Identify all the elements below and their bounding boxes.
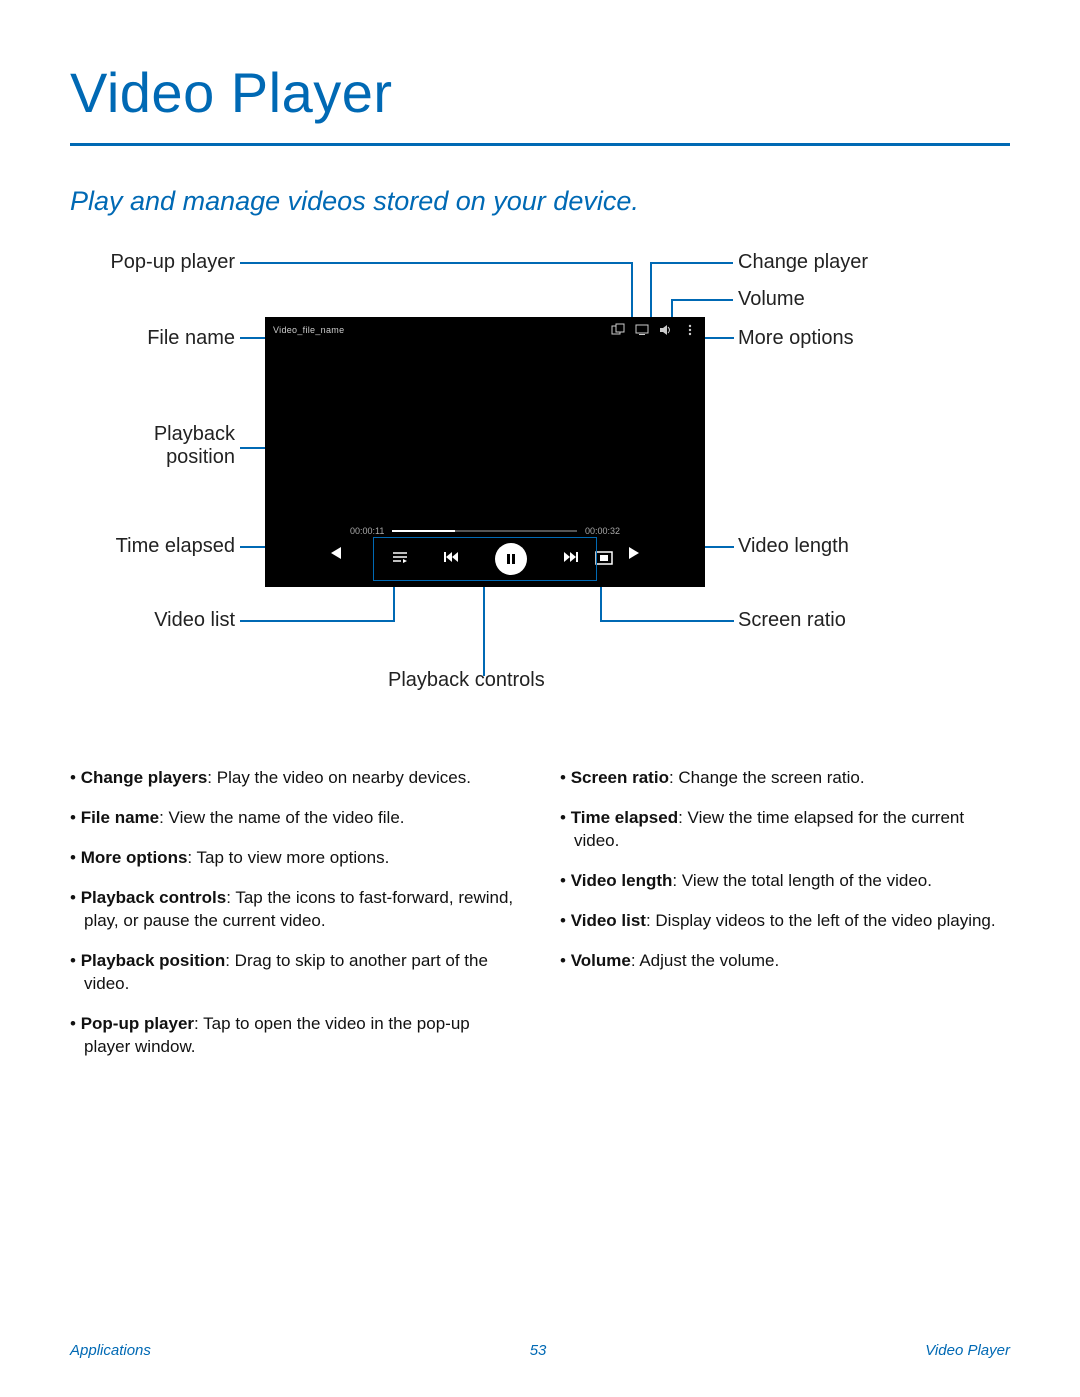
video-player-mock: Video_file_name 00:00:11 00:00:32: [265, 317, 705, 587]
label-filename: File name: [70, 327, 235, 350]
bullet-item: Video length: View the total length of t…: [560, 870, 1010, 893]
label-volume: Volume: [738, 288, 805, 311]
footer-right: Video Player: [925, 1342, 1010, 1359]
page-title: Video Player: [70, 60, 1010, 125]
label-popup: Pop-up player: [70, 251, 235, 274]
bullet-item: File name: View the name of the video fi…: [70, 807, 520, 830]
progress-track[interactable]: [392, 530, 577, 532]
time-elapsed-value: 00:00:11: [350, 526, 384, 536]
page-subtitle: Play and manage videos stored on your de…: [70, 186, 1010, 217]
bullet-item: Video list: Display videos to the left o…: [560, 910, 1010, 933]
label-video-list: Video list: [70, 609, 235, 632]
label-playback-position-2: position: [70, 446, 235, 469]
time-length-value: 00:00:32: [585, 526, 620, 536]
next-chapter-icon[interactable]: [625, 545, 641, 566]
diagram: Pop-up player File name Playback positio…: [70, 237, 1010, 737]
video-list-icon[interactable]: [391, 548, 409, 571]
fastforward-icon[interactable]: [561, 548, 579, 571]
popup-icon[interactable]: [611, 323, 625, 337]
label-more-options: More options: [738, 327, 854, 350]
rewind-icon[interactable]: [443, 548, 461, 571]
label-playback-controls: Playback controls: [388, 669, 545, 692]
label-playback-position-1: Playback: [70, 423, 235, 446]
player-filename: Video_file_name: [273, 325, 344, 335]
bullet-item: More options: Tap to view more options.: [70, 847, 520, 870]
more-options-icon[interactable]: [683, 323, 697, 337]
bullet-item: Pop-up player: Tap to open the video in …: [70, 1013, 520, 1059]
label-time-elapsed: Time elapsed: [70, 535, 235, 558]
label-change-player: Change player: [738, 251, 868, 274]
footer: Applications 53 Video Player: [0, 1342, 1080, 1359]
title-rule: [70, 143, 1010, 146]
pause-button[interactable]: [495, 543, 527, 575]
bullets: Change players: Play the video on nearby…: [70, 767, 1010, 1075]
change-player-icon[interactable]: [635, 323, 649, 337]
footer-left: Applications: [70, 1342, 151, 1359]
screen-ratio-icon[interactable]: [595, 551, 613, 570]
bullet-item: Playback position: Drag to skip to anoth…: [70, 950, 520, 996]
progress-row: 00:00:11 00:00:32: [350, 526, 620, 536]
volume-icon[interactable]: [659, 323, 673, 337]
prev-chapter-icon[interactable]: [329, 545, 345, 566]
bullet-item: Change players: Play the video on nearby…: [70, 767, 520, 790]
label-screen-ratio: Screen ratio: [738, 609, 846, 632]
label-video-length: Video length: [738, 535, 849, 558]
playback-controls: [373, 537, 597, 581]
bullet-item: Time elapsed: View the time elapsed for …: [560, 807, 1010, 853]
footer-center: 53: [530, 1342, 547, 1359]
bullet-item: Volume: Adjust the volume.: [560, 950, 1010, 973]
bullet-item: Playback controls: Tap the icons to fast…: [70, 887, 520, 933]
bullet-item: Screen ratio: Change the screen ratio.: [560, 767, 1010, 790]
